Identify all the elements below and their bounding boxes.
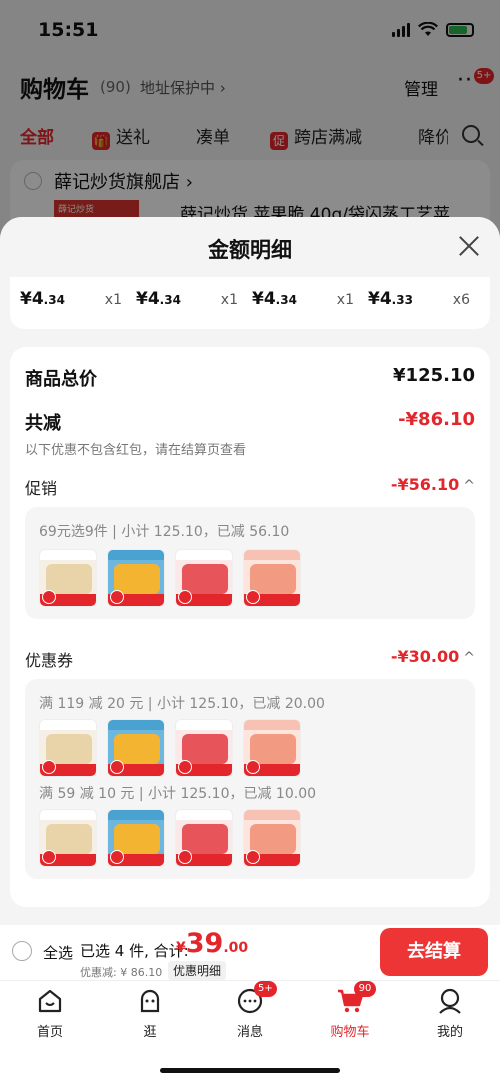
nav-browse[interactable]: 逛 — [110, 987, 190, 1040]
nav-label: 我的 — [436, 1025, 463, 1040]
coupon-rule: 满 59 减 10 元 | 小计 125.10，已减 10.00 — [39, 786, 317, 802]
browse-icon — [136, 987, 164, 1015]
product-thumbnail[interactable] — [175, 549, 233, 607]
home-icon — [36, 987, 64, 1015]
discount-detail-button[interactable]: 优惠明细 — [168, 961, 227, 980]
total-reduce-label: 共减 — [25, 413, 61, 434]
product-thumbnail[interactable] — [243, 809, 301, 867]
close-icon[interactable] — [458, 235, 480, 257]
chevron-up-icon: ^ — [463, 650, 475, 666]
message-icon: 5+ — [236, 981, 277, 1015]
item-qty: x6 — [452, 292, 470, 308]
item-price: ¥4.34 — [136, 289, 181, 309]
nav-label: 消息 — [236, 1025, 263, 1040]
discount-note: 以下优惠不包含红包，请在结算页查看 — [25, 443, 247, 458]
nav-cart[interactable]: 90 购物车 — [310, 981, 390, 1040]
product-thumbnail[interactable] — [243, 549, 301, 607]
cart-badge: 90 — [354, 981, 376, 997]
total-reduce-value: -¥86.10 — [398, 409, 475, 430]
coupon-toggle[interactable]: -¥30.00 ^ — [391, 647, 475, 666]
goods-total-value: ¥125.10 — [393, 365, 475, 386]
discount-amount: 优惠减: ¥ 86.10 — [80, 966, 163, 979]
item-price: ¥4.34 — [252, 289, 297, 309]
checkout-bar: 全选 已选 4 件, 合计: ¥39.00 优惠减: ¥ 86.10 优惠明细 … — [0, 925, 500, 980]
coupon-rule: 满 119 减 20 元 | 小计 125.10，已减 20.00 — [39, 696, 325, 712]
product-thumbnail[interactable] — [39, 719, 97, 777]
nav-label: 逛 — [143, 1025, 157, 1040]
promotion-box: 69元选9件 | 小计 125.10，已减 56.10 — [25, 507, 475, 619]
nav-profile[interactable]: 我的 — [410, 987, 490, 1040]
sheet-title: 金额明细 — [208, 238, 292, 262]
bottom-nav: 首页 逛 5+ 消息 90 购物车 我的 — [0, 980, 500, 1082]
product-thumbnail[interactable] — [175, 809, 233, 867]
item-price: ¥4.33 — [368, 289, 413, 309]
select-all-label[interactable]: 全选 — [43, 942, 73, 963]
item-qty: x1 — [336, 292, 354, 308]
nav-label: 首页 — [36, 1025, 63, 1040]
coupon-label: 优惠券 — [25, 651, 74, 670]
coupon-box: 满 119 减 20 元 | 小计 125.10，已减 20.00 满 59 减… — [25, 679, 475, 879]
profile-icon — [436, 987, 464, 1015]
nav-messages[interactable]: 5+ 消息 — [210, 981, 290, 1040]
select-all-radio[interactable] — [12, 941, 32, 961]
item-qty: x1 — [104, 292, 122, 308]
product-thumbnail[interactable] — [39, 809, 97, 867]
product-thumbnail[interactable] — [243, 719, 301, 777]
item-price: ¥4.34 — [20, 289, 65, 309]
total-price: ¥39.00 — [176, 928, 249, 959]
product-thumbnail[interactable] — [39, 549, 97, 607]
sheet-header: 金额明细 — [0, 217, 500, 277]
product-thumbnail[interactable] — [107, 549, 165, 607]
nav-home[interactable]: 首页 — [10, 987, 90, 1040]
nav-label: 购物车 — [330, 1025, 370, 1040]
home-indicator — [160, 1068, 340, 1073]
chevron-up-icon: ^ — [463, 478, 475, 494]
message-badge: 5+ — [254, 981, 277, 997]
amount-detail-sheet: ¥4.34 x1 ¥4.34 x1 ¥4.34 x1 ¥4.33 x6 金额明细… — [0, 217, 500, 925]
checkout-button[interactable]: 去结算 — [380, 928, 488, 976]
amount-detail-card: 商品总价 ¥125.10 共减 -¥86.10 以下优惠不包含红包，请在结算页查… — [10, 347, 490, 907]
cart-icon: 90 — [336, 981, 376, 1015]
promotion-toggle[interactable]: -¥56.10 ^ — [391, 475, 475, 494]
goods-total-label: 商品总价 — [25, 369, 97, 390]
product-thumbnail[interactable] — [175, 719, 233, 777]
promotion-label: 促销 — [25, 479, 58, 498]
product-thumbnail[interactable] — [107, 809, 165, 867]
product-thumbnail[interactable] — [107, 719, 165, 777]
selected-summary: 已选 4 件, 合计: — [80, 942, 189, 960]
item-qty: x1 — [220, 292, 238, 308]
promotion-rule: 69元选9件 | 小计 125.10，已减 56.10 — [39, 524, 290, 540]
